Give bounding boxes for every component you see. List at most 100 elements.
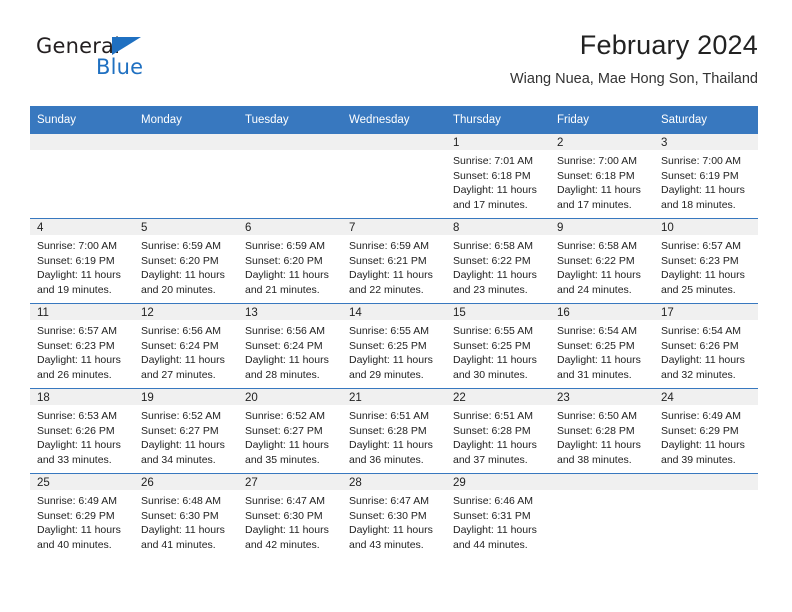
day-number: 21 — [342, 389, 446, 405]
calendar-body: 1 Sunrise: 7:01 AM Sunset: 6:18 PM Daylight… — [30, 134, 758, 558]
title-block: February 2024 Wiang Nuea, Mae Hong Son, … — [510, 28, 758, 88]
calendar-day-cell[interactable]: 1 Sunrise: 7:01 AM Sunset: 6:18 PM Daylight… — [446, 134, 550, 219]
sunset-time: Sunset: 6:19 PM — [37, 254, 115, 267]
sunrise-time: Sunrise: 7:00 AM — [37, 240, 117, 252]
sunrise-time: Sunrise: 6:58 AM — [557, 240, 637, 252]
day-details: Sunrise: 6:56 AM Sunset: 6:24 PM Daylight:… — [134, 320, 238, 382]
sunrise-time: Sunrise: 6:55 AM — [453, 325, 533, 337]
calendar-day-cell[interactable]: 6 Sunrise: 6:59 AM Sunset: 6:20 PM Daylight… — [238, 218, 342, 304]
page-title: February 2024 — [579, 30, 758, 60]
brand-logo[interactable]: General Blue — [36, 34, 206, 90]
sunrise-time: Sunrise: 6:52 AM — [141, 410, 221, 422]
sunset-time: Sunset: 6:18 PM — [557, 169, 635, 182]
sunrise-time: Sunrise: 6:58 AM — [453, 240, 533, 252]
day-details: Sunrise: 6:57 AM Sunset: 6:23 PM Daylight:… — [30, 320, 134, 382]
calendar-day-cell[interactable]: 14 Sunrise: 6:55 AM Sunset: 6:25 PM Dayligh… — [342, 303, 446, 389]
day-details: Sunrise: 6:51 AM Sunset: 6:28 PM Daylight:… — [446, 405, 550, 467]
day-number: 9 — [550, 219, 654, 235]
calendar-header-row: Sunday Monday Tuesday Wednesday Thursday… — [30, 106, 758, 134]
day-details: Sunrise: 6:52 AM Sunset: 6:27 PM Daylight:… — [238, 405, 342, 467]
calendar-day-cell[interactable]: 16 Sunrise: 6:54 AM Sunset: 6:25 PM Dayligh… — [550, 303, 654, 389]
calendar-day-cell-empty — [30, 134, 134, 219]
calendar-day-cell[interactable]: 19 Sunrise: 6:52 AM Sunset: 6:27 PM Dayligh… — [134, 388, 238, 474]
calendar-day-cell[interactable]: 4 Sunrise: 7:00 AM Sunset: 6:19 PM Daylight… — [30, 218, 134, 304]
calendar-day-cell[interactable]: 15 Sunrise: 6:55 AM Sunset: 6:25 PM Dayligh… — [446, 303, 550, 389]
sunset-time: Sunset: 6:20 PM — [141, 254, 219, 267]
day-details: Sunrise: 6:56 AM Sunset: 6:24 PM Daylight:… — [238, 320, 342, 382]
calendar-day-cell[interactable]: 3 Sunrise: 7:00 AM Sunset: 6:19 PM Daylight… — [654, 134, 758, 219]
calendar-day-cell[interactable]: 2 Sunrise: 7:00 AM Sunset: 6:18 PM Daylight… — [550, 134, 654, 219]
day-details: Sunrise: 6:47 AM Sunset: 6:30 PM Daylight:… — [342, 490, 446, 552]
calendar-day-cell[interactable]: 25 Sunrise: 6:49 AM Sunset: 6:29 PM Dayligh… — [30, 473, 134, 558]
sunset-time: Sunset: 6:30 PM — [349, 509, 427, 522]
calendar-day-cell[interactable]: 13 Sunrise: 6:56 AM Sunset: 6:24 PM Dayligh… — [238, 303, 342, 389]
day-details: Sunrise: 6:52 AM Sunset: 6:27 PM Daylight:… — [134, 405, 238, 467]
calendar-day-cell[interactable]: 17 Sunrise: 6:54 AM Sunset: 6:26 PM Dayligh… — [654, 303, 758, 389]
day-details — [134, 150, 238, 154]
calendar-day-cell-empty — [654, 473, 758, 558]
daylight-duration-line2: and 40 minutes. — [37, 538, 112, 551]
daylight-duration-line2: and 30 minutes. — [453, 368, 528, 381]
sunrise-time: Sunrise: 6:56 AM — [141, 325, 221, 337]
sunset-time: Sunset: 6:30 PM — [245, 509, 323, 522]
daylight-duration-line2: and 32 minutes. — [661, 368, 736, 381]
daylight-duration-line2: and 42 minutes. — [245, 538, 320, 551]
calendar-day-cell[interactable]: 29 Sunrise: 6:46 AM Sunset: 6:31 PM Dayligh… — [446, 473, 550, 558]
calendar-day-cell-empty — [134, 134, 238, 219]
day-number: 15 — [446, 304, 550, 320]
day-details: Sunrise: 6:46 AM Sunset: 6:31 PM Daylight:… — [446, 490, 550, 552]
day-number — [30, 134, 134, 150]
day-number — [134, 134, 238, 150]
day-details: Sunrise: 6:53 AM Sunset: 6:26 PM Daylight:… — [30, 405, 134, 467]
calendar-table: Sunday Monday Tuesday Wednesday Thursday… — [30, 106, 758, 558]
calendar-day-cell[interactable]: 10 Sunrise: 6:57 AM Sunset: 6:23 PM Dayligh… — [654, 218, 758, 304]
calendar-day-cell[interactable]: 11 Sunrise: 6:57 AM Sunset: 6:23 PM Dayligh… — [30, 303, 134, 389]
calendar-day-cell[interactable]: 28 Sunrise: 6:47 AM Sunset: 6:30 PM Dayligh… — [342, 473, 446, 558]
calendar-day-cell[interactable]: 8 Sunrise: 6:58 AM Sunset: 6:22 PM Daylight… — [446, 218, 550, 304]
sunrise-time: Sunrise: 6:57 AM — [661, 240, 741, 252]
sunset-time: Sunset: 6:28 PM — [453, 424, 531, 437]
daylight-duration-line1: Daylight: 11 hours — [453, 524, 537, 536]
daylight-duration-line1: Daylight: 11 hours — [557, 439, 641, 451]
daylight-duration-line1: Daylight: 11 hours — [245, 354, 329, 366]
calendar-day-cell[interactable]: 23 Sunrise: 6:50 AM Sunset: 6:28 PM Dayligh… — [550, 388, 654, 474]
calendar-day-cell[interactable]: 22 Sunrise: 6:51 AM Sunset: 6:28 PM Dayligh… — [446, 388, 550, 474]
calendar-day-cell[interactable]: 27 Sunrise: 6:47 AM Sunset: 6:30 PM Dayligh… — [238, 473, 342, 558]
sunrise-time: Sunrise: 6:57 AM — [37, 325, 117, 337]
day-details: Sunrise: 6:50 AM Sunset: 6:28 PM Daylight:… — [550, 405, 654, 467]
sunrise-time: Sunrise: 6:47 AM — [349, 495, 429, 507]
day-details: Sunrise: 6:58 AM Sunset: 6:22 PM Daylight:… — [550, 235, 654, 297]
daylight-duration-line1: Daylight: 11 hours — [141, 269, 225, 281]
day-details: Sunrise: 7:01 AM Sunset: 6:18 PM Daylight:… — [446, 150, 550, 212]
sunrise-time: Sunrise: 6:56 AM — [245, 325, 325, 337]
daylight-duration-line2: and 34 minutes. — [141, 453, 216, 466]
calendar-day-cell[interactable]: 18 Sunrise: 6:53 AM Sunset: 6:26 PM Dayligh… — [30, 388, 134, 474]
calendar-day-cell[interactable]: 5 Sunrise: 6:59 AM Sunset: 6:20 PM Daylight… — [134, 218, 238, 304]
brand-blue-text: Blue — [96, 55, 144, 79]
sunrise-time: Sunrise: 7:00 AM — [661, 155, 741, 167]
calendar-day-cell[interactable]: 9 Sunrise: 6:58 AM Sunset: 6:22 PM Daylight… — [550, 218, 654, 304]
day-number: 20 — [238, 389, 342, 405]
calendar-day-cell[interactable]: 26 Sunrise: 6:48 AM Sunset: 6:30 PM Dayligh… — [134, 473, 238, 558]
calendar-day-cell[interactable]: 21 Sunrise: 6:51 AM Sunset: 6:28 PM Dayligh… — [342, 388, 446, 474]
calendar-day-cell[interactable]: 7 Sunrise: 6:59 AM Sunset: 6:21 PM Daylight… — [342, 218, 446, 304]
daylight-duration-line1: Daylight: 11 hours — [37, 524, 121, 536]
daylight-duration-line2: and 44 minutes. — [453, 538, 528, 551]
sunrise-time: Sunrise: 6:59 AM — [349, 240, 429, 252]
calendar-day-cell[interactable]: 24 Sunrise: 6:49 AM Sunset: 6:29 PM Dayligh… — [654, 388, 758, 474]
day-details: Sunrise: 6:57 AM Sunset: 6:23 PM Daylight:… — [654, 235, 758, 297]
sunrise-time: Sunrise: 6:47 AM — [245, 495, 325, 507]
sunset-time: Sunset: 6:29 PM — [661, 424, 739, 437]
daylight-duration-line1: Daylight: 11 hours — [37, 269, 121, 281]
day-number: 26 — [134, 474, 238, 490]
day-number: 1 — [446, 134, 550, 150]
day-details — [550, 490, 654, 494]
day-number: 11 — [30, 304, 134, 320]
brand-triangle-icon — [112, 37, 141, 55]
sunset-time: Sunset: 6:31 PM — [453, 509, 531, 522]
calendar-day-cell[interactable]: 20 Sunrise: 6:52 AM Sunset: 6:27 PM Dayligh… — [238, 388, 342, 474]
calendar-day-cell[interactable]: 12 Sunrise: 6:56 AM Sunset: 6:24 PM Dayligh… — [134, 303, 238, 389]
daylight-duration-line1: Daylight: 11 hours — [245, 524, 329, 536]
sunset-time: Sunset: 6:18 PM — [453, 169, 531, 182]
sunset-time: Sunset: 6:24 PM — [245, 339, 323, 352]
